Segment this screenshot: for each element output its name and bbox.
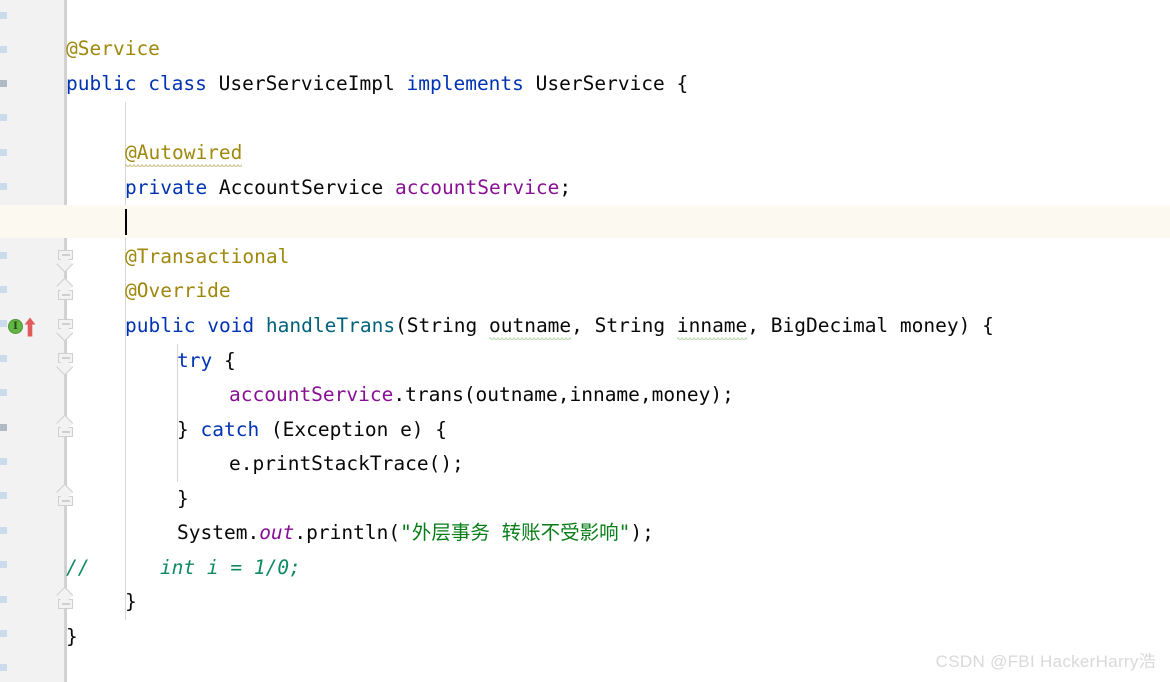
caret-line-highlight bbox=[0, 0, 1170, 682]
fold-marker-dash bbox=[61, 357, 70, 359]
fold-marker-dash bbox=[61, 431, 70, 433]
caret-line-band bbox=[0, 205, 1170, 238]
fold-marker-dash bbox=[61, 323, 70, 325]
fold-marker-dash bbox=[61, 254, 70, 256]
fold-marker-dash bbox=[61, 500, 70, 502]
fold-marker-dash bbox=[61, 603, 70, 605]
code-editor[interactable]: I @Service public class UserServiceImpl i… bbox=[0, 0, 1170, 682]
text-caret bbox=[125, 209, 127, 235]
fold-marker-dash bbox=[61, 294, 70, 296]
